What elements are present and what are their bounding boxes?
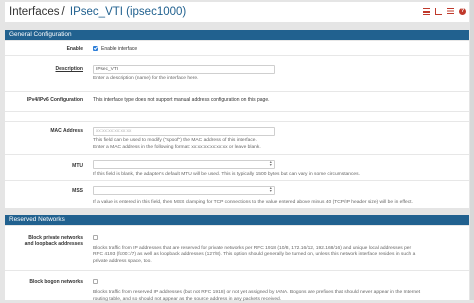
mss-input[interactable] (93, 186, 275, 195)
chart-icon[interactable] (435, 8, 442, 15)
page-scrollbar[interactable] (470, 0, 474, 300)
block-bogon-help-1: Blocks traffic from reserved IP addresse… (93, 290, 421, 295)
spacer-row (5, 111, 469, 121)
description-help: Enter a description (name) for the inter… (93, 76, 199, 81)
breadcrumb-separator: / (61, 6, 65, 18)
ipv4ipv6-text: This interface type does not support man… (93, 97, 270, 103)
help-icon[interactable]: ? (459, 8, 466, 15)
mtu-label: MTU (72, 163, 83, 169)
block-private-checkbox[interactable] (93, 234, 98, 240)
mtu-help: If this field is blank, the adapter's de… (93, 172, 360, 177)
title-toolbar: ? (423, 8, 466, 15)
mac-address-input[interactable]: xx:xx:xx:xx:xx:xx (93, 127, 275, 136)
mac-address-row: MAC Address xx:xx:xx:xx:xx:xx This field… (5, 121, 469, 154)
mac-address-help-1: This field can be used to modify ("spoof… (93, 138, 257, 143)
general-configuration-heading: General Configuration (5, 30, 469, 40)
general-configuration-panel: General Configuration Enable Enable inte… (5, 30, 469, 208)
mss-help: If a value is entered in this field, the… (93, 200, 413, 205)
mac-address-label: MAC Address (50, 128, 83, 134)
mtu-input[interactable] (93, 160, 275, 169)
block-bogon-label: Block bogon networks (29, 279, 83, 285)
list-icon[interactable] (447, 8, 454, 15)
ipv4ipv6-label: IPv4/IPv6 Configuration (26, 97, 83, 103)
mtu-row: MTU ▲ ▼ If this field is blank, the adapt… (5, 154, 469, 180)
mtu-stepper-icon[interactable]: ▲ ▼ (269, 160, 273, 167)
enable-label: Enable (66, 45, 83, 52)
description-row: Description IPsec_VTI Enter a descriptio… (5, 55, 469, 81)
mss-row: MSS ▲ ▼ If a value is entered in this fie… (5, 180, 469, 208)
mss-stepper-icon[interactable]: ▲ ▼ (269, 186, 273, 193)
breadcrumb: Interfaces / IPsec_VTI (ipsec1000) (9, 5, 186, 19)
enable-interface-label[interactable]: Enable interface (101, 46, 137, 52)
sliders-icon[interactable] (423, 8, 430, 15)
reserved-networks-panel: Reserved Networks Block private networks… (5, 215, 469, 302)
description-label: Description (55, 66, 83, 72)
block-private-help-2: RFC 4193 (fc00::/7) as well as loopback … (93, 252, 416, 257)
block-private-help-3: private address space, too. (93, 258, 152, 264)
block-bogon-row: Block bogon networks Blocks traffic from… (5, 270, 469, 302)
block-private-row: Block private networks and loopback addr… (5, 224, 469, 270)
ipv4ipv6-row: IPv4/IPv6 Configuration This interface t… (5, 91, 469, 111)
reserved-networks-heading: Reserved Networks (5, 215, 469, 225)
title-bar: Interfaces / IPsec_VTI (ipsec1000) ? (5, 2, 469, 22)
breadcrumb-current[interactable]: IPsec_VTI (ipsec1000) (70, 6, 186, 18)
block-bogon-checkbox[interactable] (93, 279, 98, 284)
mss-label: MSS (72, 188, 83, 194)
enable-row: Enable Enable interface (5, 39, 469, 55)
block-private-help-1: Blocks traffic from IP addresses that ar… (93, 245, 412, 251)
mac-address-help-2: Enter a MAC address in the following for… (93, 144, 261, 150)
enable-interface-checkbox[interactable] (93, 46, 98, 51)
description-input[interactable]: IPsec_VTI (93, 65, 275, 74)
block-private-label-2: and loopback addresses (24, 240, 83, 247)
breadcrumb-interfaces-link[interactable]: Interfaces (9, 6, 60, 18)
